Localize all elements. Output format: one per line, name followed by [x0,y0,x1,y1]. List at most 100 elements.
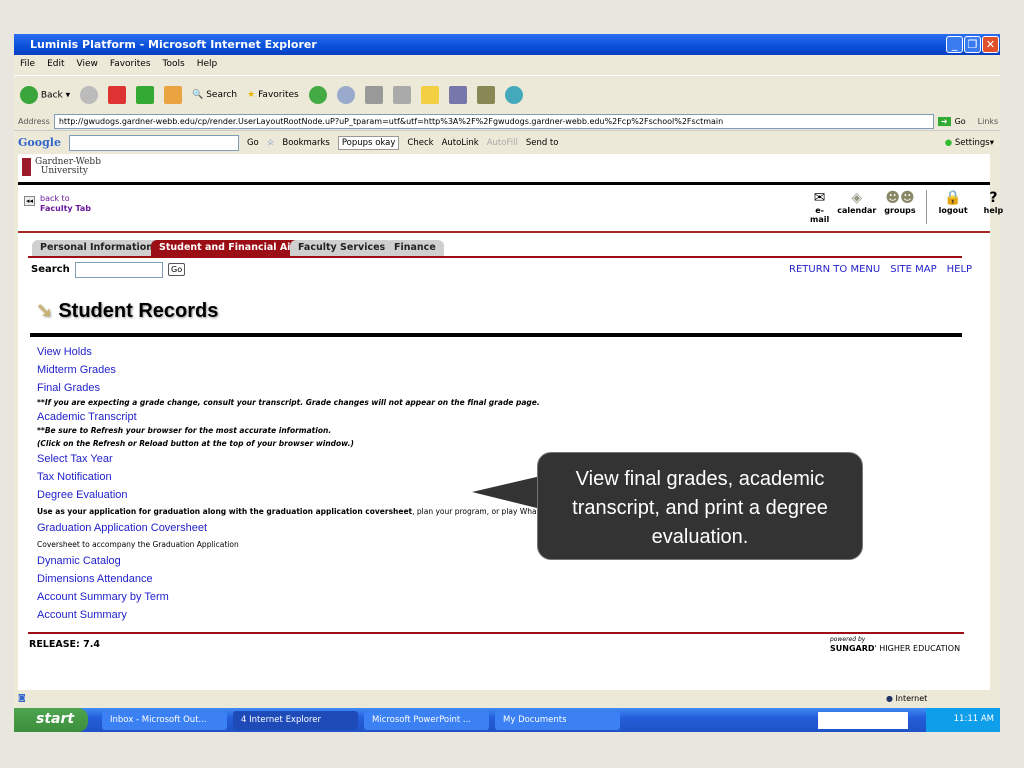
task-internet-explorer[interactable]: 4 Internet Explorer [233,710,358,730]
return-to-menu-link[interactable]: RETURN TO MENU [789,264,880,275]
midterm-grades-link[interactable]: Midterm Grades [37,361,547,379]
edit-button[interactable] [392,85,411,104]
page-icon: ◙ [18,693,26,702]
title-divider [30,333,962,337]
menu-tools[interactable]: Tools [163,59,185,71]
dynamic-catalog-link[interactable]: Dynamic Catalog [37,552,547,570]
callout-annotation: View final grades, academic transcript, … [537,452,863,560]
site-map-link[interactable]: SITE MAP [890,264,936,275]
account-summary-link[interactable]: Account Summary [37,606,547,624]
address-input[interactable]: http://gwudogs.gardner-webb.edu/cp/rende… [53,114,934,129]
utility-links: RETURN TO MENU SITE MAP HELP [789,264,972,275]
autofill-button[interactable]: AutoFill [487,138,518,148]
home-button[interactable] [164,85,183,104]
mail-button[interactable] [336,85,355,104]
stop-button[interactable] [108,85,127,104]
google-search-input[interactable] [68,134,239,151]
tab-personal-information[interactable]: Personal Information [32,240,162,256]
star-icon[interactable]: ☆ [267,138,275,148]
page-title: ➘ Student Records [36,300,219,322]
final-grades-note: **If you are expecting a grade change, c… [37,398,540,407]
menu-help[interactable]: Help [197,59,218,71]
task-powerpoint[interactable]: Microsoft PowerPoint ... [364,710,489,730]
search-go-button[interactable]: Go [168,263,186,276]
google-toolbar: Google Go ☆ Bookmarks Popups okay Check A… [14,130,1000,154]
tab-underline [28,256,962,258]
logout-link[interactable]: 🔒 logout [939,190,968,224]
autolink-button[interactable]: AutoLink [442,138,479,148]
sungard-logo: SUNGARD' HIGHER EDUCATION [830,644,961,653]
notes-button[interactable] [420,85,439,104]
go-button[interactable]: Go [955,117,966,126]
status-bar: ◙ ● Internet [14,690,1000,708]
taskbar-address-input[interactable] [817,711,908,729]
email-icon: ✉ [813,190,826,206]
back-arrow-icon [20,85,38,104]
groups-icon: ☻☻ [885,190,915,206]
academic-transcript-link[interactable]: Academic Transcript [37,409,547,425]
spellcheck-button[interactable]: Check [407,138,433,148]
go-arrow-icon[interactable]: ➜ [937,117,951,126]
help-link[interactable]: ? help [984,190,1004,224]
window-title: Luminis Platform - Microsoft Internet Ex… [30,38,317,51]
help-icon: ? [989,190,998,206]
start-button[interactable]: start [14,708,88,732]
menu-favorites[interactable]: Favorites [110,59,151,71]
transcript-note: **Be sure to Refresh your browser for th… [37,426,332,435]
tab-faculty-services[interactable]: Faculty Services [290,240,394,256]
tool-button[interactable] [476,85,495,104]
clock: 11:11 AM [953,714,994,724]
menu-view[interactable]: View [77,59,98,71]
minimize-button[interactable]: _ [946,36,963,53]
select-tax-year-link[interactable]: Select Tax Year [37,450,547,468]
tab-student-financial-aid[interactable]: Student and Financial Aid [151,240,306,256]
header-divider [18,182,990,185]
graduation-coversheet-link[interactable]: Graduation Application Coversheet [37,519,547,537]
account-summary-by-term-link[interactable]: Account Summary by Term [37,588,547,606]
university-logo: Gardner-Webb University [22,158,101,176]
standard-toolbar: Back ▾ 🔍 Search ★ Favorites [14,75,1000,113]
refresh-button[interactable] [136,85,155,104]
task-outlook[interactable]: Inbox - Microsoft Out... [102,710,227,730]
history-button[interactable] [308,85,327,104]
dimensions-attendance-link[interactable]: Dimensions Attendance [37,570,547,588]
coversheet-description: Coversheet to accompany the Graduation A… [37,540,239,549]
forward-button[interactable] [80,85,99,104]
task-my-documents[interactable]: My Documents [495,710,620,730]
view-holds-link[interactable]: View Holds [37,343,547,361]
settings-button[interactable]: ● Settings▾ [945,138,994,148]
back-button[interactable]: Back ▾ [20,85,70,104]
title-bar: Luminis Platform - Microsoft Internet Ex… [14,34,1000,55]
page-content: Gardner-Webb University ◂◂ back to Facult… [18,154,1003,690]
restore-button[interactable]: ❐ [964,36,981,53]
calendar-icon: ◈ [851,190,863,206]
google-go-button[interactable]: Go [247,138,259,148]
print-button[interactable] [364,85,383,104]
close-button[interactable]: ✕ [982,36,999,53]
menu-bar: File Edit View Favorites Tools Help [14,55,1000,75]
favorites-button[interactable]: ★ Favorites [247,90,299,100]
tab-finance[interactable]: Finance [386,240,444,256]
menu-file[interactable]: File [20,59,35,71]
release-label: RELEASE: 7.4 [29,639,100,650]
help-link-text[interactable]: HELP [947,264,972,275]
address-bar: Address http://gwudogs.gardner-webb.edu/… [14,113,1000,130]
research-button[interactable] [448,85,467,104]
groups-link[interactable]: ☻☻ groups [884,190,927,224]
back-arrow-icon[interactable]: ◂◂ [24,196,36,206]
final-grades-link[interactable]: Final Grades [37,379,547,397]
messenger-button[interactable] [504,85,523,104]
back-to-faculty-link[interactable]: back to Faculty Tab [40,194,91,214]
popups-button[interactable]: Popups okay [337,135,400,150]
red-divider [18,231,990,233]
calendar-link[interactable]: ◈ calendar [837,190,876,224]
links-button[interactable]: Links [978,117,999,126]
email-link[interactable]: ✉ e-mail [810,190,829,224]
footer-divider [28,632,964,634]
search-button[interactable]: 🔍 Search [192,90,237,100]
send-to-button[interactable]: Send to [526,138,559,148]
bookmarks-button[interactable]: Bookmarks [282,138,330,148]
page-search-input[interactable] [75,262,163,278]
menu-edit[interactable]: Edit [47,59,64,71]
address-label: Address [18,117,50,126]
